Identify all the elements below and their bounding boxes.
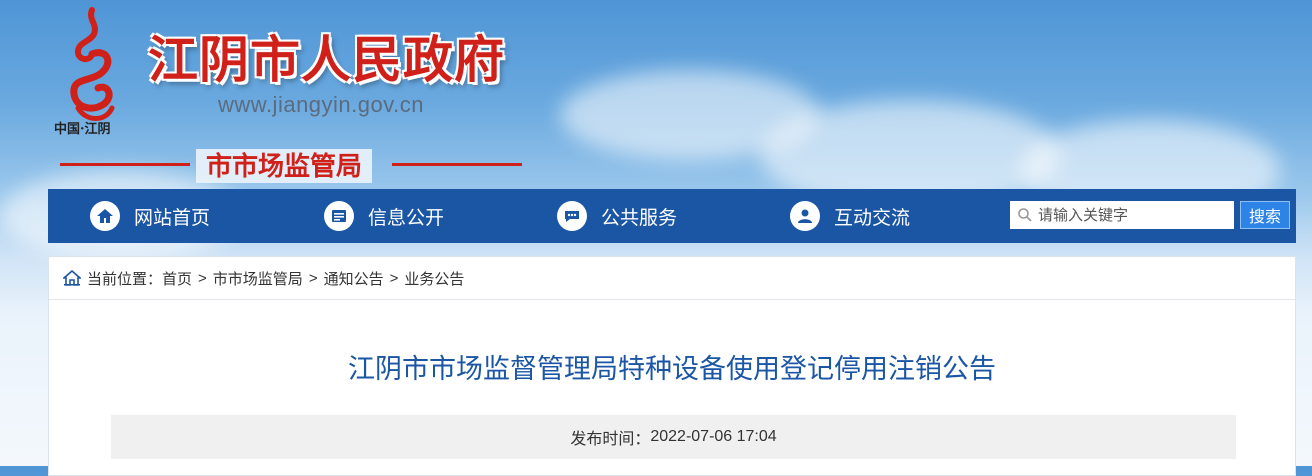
breadcrumb-separator: > (198, 269, 207, 287)
home-icon (90, 201, 120, 231)
main-nav: 网站首页 信息公开 公共服务 互动交流 搜索 (48, 189, 1296, 243)
nav-item-label: 公共服务 (601, 207, 678, 229)
nav-item-label: 信息公开 (368, 207, 445, 229)
search-button[interactable]: 搜索 (1240, 201, 1290, 229)
department-name: 市市场监管局 (196, 149, 373, 183)
breadcrumb-separator: > (308, 269, 318, 287)
breadcrumb-separator: > (389, 269, 399, 287)
site-url[interactable]: www.jiangyin.gov.cn (218, 92, 424, 118)
breadcrumb-department[interactable]: 市市场监管局 (213, 268, 303, 289)
content-panel: 当前位置： 首页 > 市市场监管局 > 通知公告 > 业务公告 江阴市市场监督管… (48, 256, 1296, 476)
nav-item-public-service[interactable]: 公共服务 (557, 189, 677, 243)
nav-item-label: 网站首页 (134, 207, 211, 229)
breadcrumb-prefix: 当前位置： (87, 270, 163, 288)
breadcrumb-home[interactable]: 首页 (162, 268, 192, 289)
publish-info: 发布时间： 2022-07-06 17:04 (111, 415, 1236, 459)
interaction-icon (790, 201, 820, 231)
nav-item-home[interactable]: 网站首页 (90, 189, 210, 243)
logo-caption: 中国·江阴 (54, 122, 111, 137)
breadcrumb-business-notices[interactable]: 业务公告 (404, 268, 464, 289)
publish-label: 发布时间： (570, 431, 651, 448)
search-box (1010, 201, 1234, 229)
nav-item-interaction[interactable]: 互动交流 (790, 189, 910, 243)
location-home-icon (63, 270, 81, 286)
nav-item-info-disclosure[interactable]: 信息公开 (324, 189, 444, 243)
breadcrumb-notices[interactable]: 通知公告 (324, 268, 384, 289)
site-title[interactable]: 江阴市人民政府 (148, 20, 505, 92)
public-service-icon (557, 201, 587, 231)
search-icon (1018, 208, 1032, 222)
publish-time: 2022-07-06 17:04 (650, 428, 777, 445)
info-disclosure-icon (324, 201, 354, 231)
article-title: 江阴市市场监督管理局特种设备使用登记停用注销公告 (348, 354, 996, 384)
divider (60, 163, 190, 166)
breadcrumb: 当前位置： 首页 > 市市场监管局 > 通知公告 > 业务公告 (49, 257, 1295, 300)
nav-item-label: 互动交流 (834, 207, 911, 229)
divider (392, 163, 522, 166)
search-input[interactable] (1034, 202, 1232, 228)
